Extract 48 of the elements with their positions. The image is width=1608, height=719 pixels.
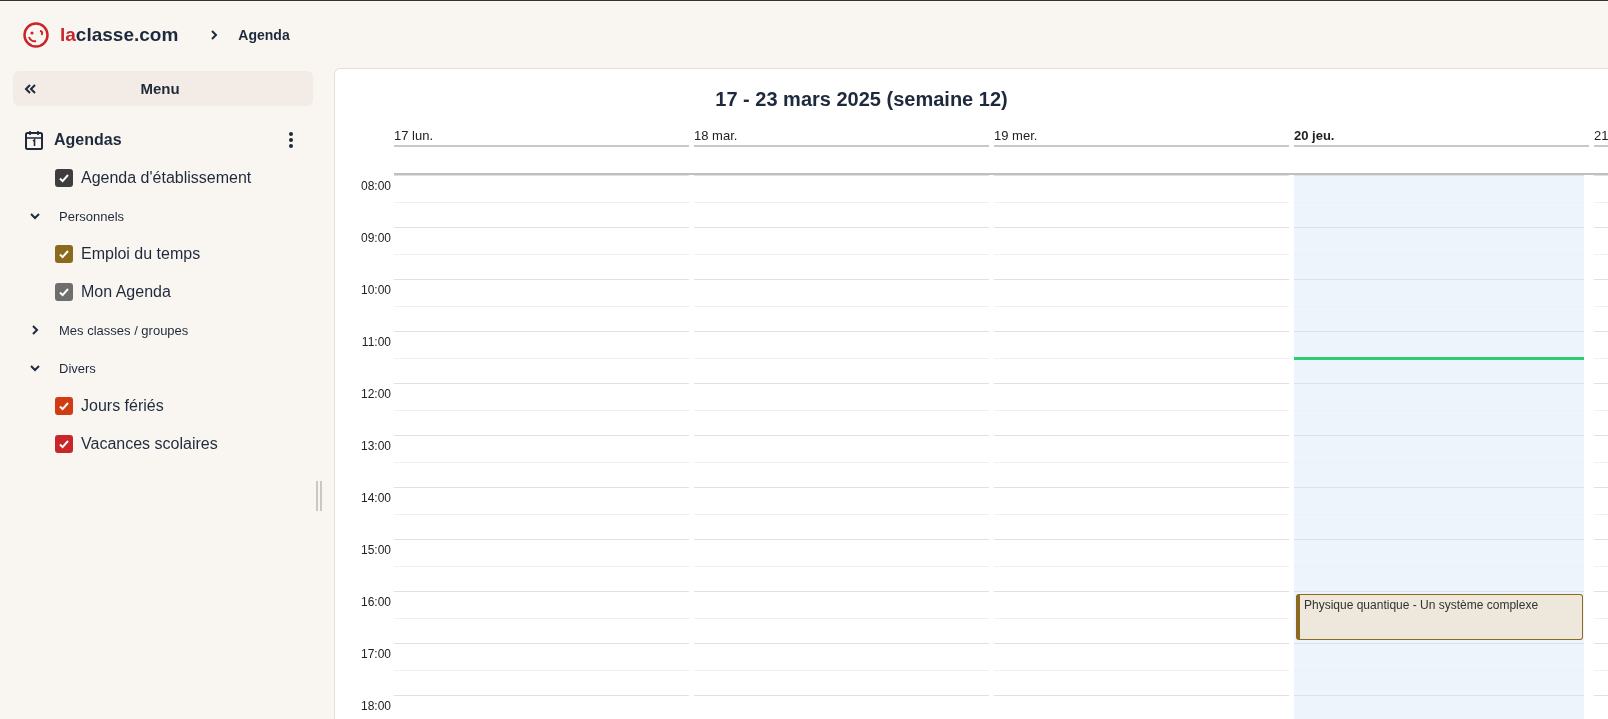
group-toggle[interactable]: Mes classes / groupes: [13, 311, 314, 349]
group-toggle[interactable]: Divers: [13, 349, 314, 387]
logo-icon: [22, 20, 50, 49]
day-header: 19 mer.: [994, 128, 1289, 147]
calendar-icon: [25, 130, 43, 150]
checkbox[interactable]: [55, 245, 73, 263]
time-label: 09:00: [359, 230, 392, 247]
calendar-checkbox-item[interactable]: Mon Agenda: [13, 273, 314, 311]
check-icon: [58, 172, 70, 184]
check-icon: [58, 248, 70, 260]
chevron-down-icon: [29, 362, 41, 374]
check-icon: [58, 400, 70, 412]
breadcrumb-item[interactable]: Agenda: [238, 26, 290, 43]
check-icon: [58, 286, 70, 298]
time-label: 16:00: [359, 594, 392, 611]
chevron-down-icon: [29, 210, 41, 222]
time-label: 11:00: [360, 334, 392, 351]
calendar-checkbox-item[interactable]: Emploi du temps: [13, 235, 314, 273]
resize-handle-icon[interactable]: [316, 481, 322, 511]
time-label: 12:00: [359, 386, 392, 403]
checkbox[interactable]: [55, 435, 73, 453]
day-header: 18 mar.: [694, 128, 989, 147]
checkbox[interactable]: [55, 283, 73, 301]
calendar-event[interactable]: Physique quantique - Un système complexe: [1296, 594, 1583, 640]
time-label: 10:00: [359, 282, 392, 299]
day-header: 20 jeu.: [1294, 128, 1589, 147]
day-header: 17 lun.: [394, 128, 689, 147]
time-label: 15:00: [359, 542, 392, 559]
time-label: 17:00: [359, 646, 392, 663]
calendar-checkbox-item[interactable]: Vacances scolaires: [13, 425, 314, 463]
day-header: 21: [1594, 128, 1608, 147]
time-label: 13:00: [359, 438, 392, 455]
menu-collapse-button[interactable]: Menu: [13, 71, 313, 106]
chevron-right-icon: [29, 324, 41, 336]
section-title: Agendas: [54, 131, 123, 149]
group-toggle[interactable]: Personnels: [13, 197, 314, 235]
calendar-checkbox-item[interactable]: Agenda d'établissement: [13, 159, 314, 197]
double-chevron-left-icon: [23, 82, 37, 95]
calendar-checkbox-item[interactable]: Jours fériés: [13, 387, 314, 425]
checkbox[interactable]: [55, 397, 73, 415]
time-label: 14:00: [359, 490, 392, 507]
checkbox[interactable]: [55, 169, 73, 187]
week-title: 17 - 23 mars 2025 (semaine 12): [714, 88, 1009, 111]
check-icon: [58, 438, 70, 450]
time-label: 08:00: [359, 178, 392, 195]
time-label: 18:00: [359, 698, 392, 715]
more-vertical-icon[interactable]: [288, 131, 294, 149]
logo-text[interactable]: laclasse.com: [60, 23, 179, 46]
